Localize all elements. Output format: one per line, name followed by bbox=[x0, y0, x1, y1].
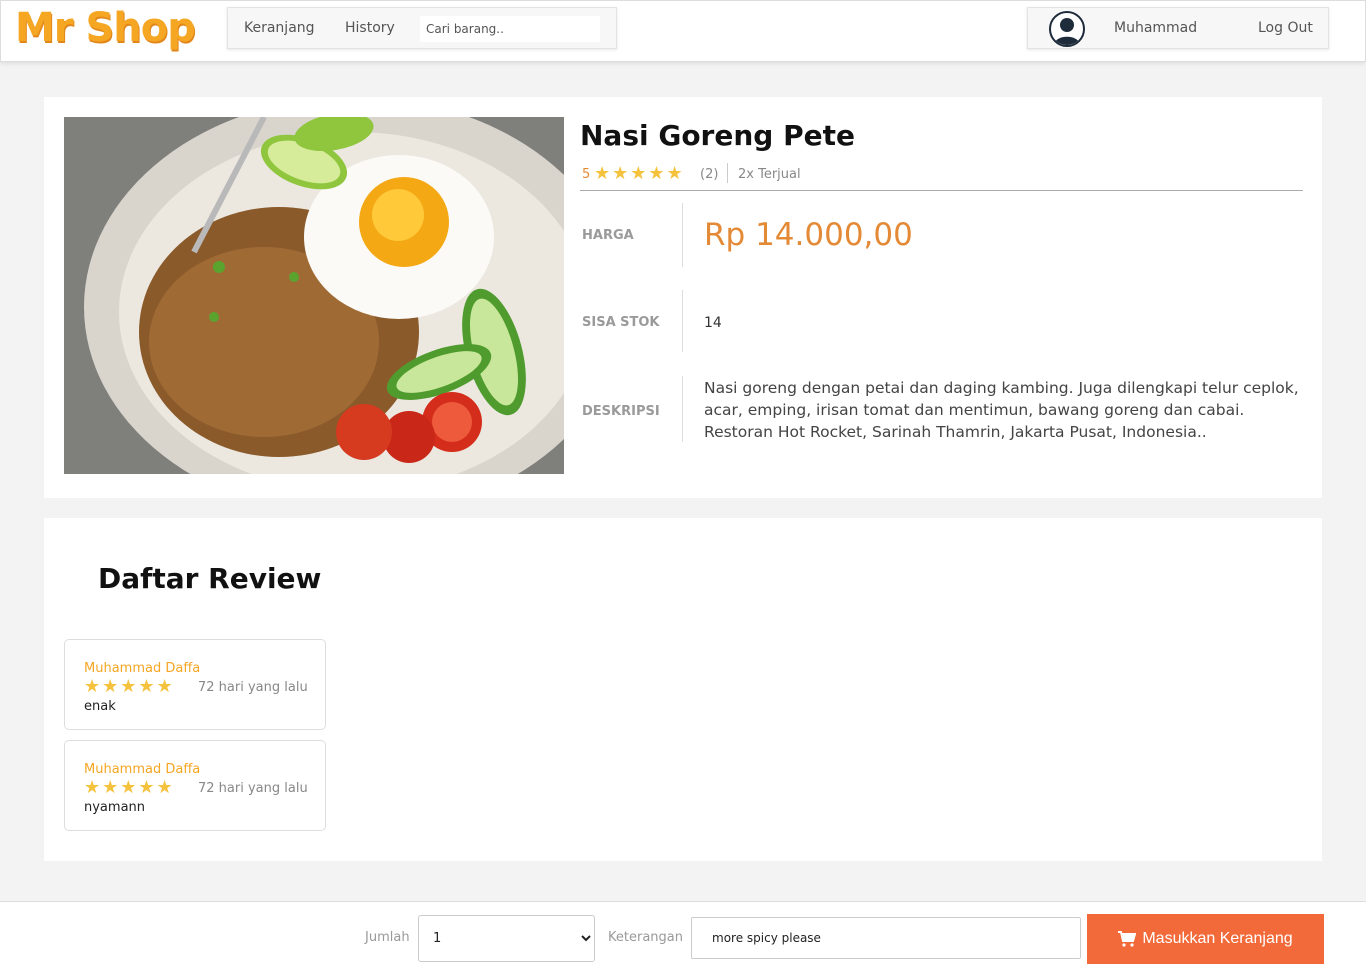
star-rating-icon: ★★★★★ bbox=[84, 676, 175, 697]
review-text: nyamann bbox=[84, 800, 146, 815]
order-bar: Jumlah 1 Keterangan Masukkan Keranjang bbox=[0, 901, 1366, 973]
sold-count: 2x Terjual bbox=[738, 167, 801, 182]
review-count: (2) bbox=[700, 167, 719, 182]
divider bbox=[682, 290, 683, 352]
stock-label: SISA STOK bbox=[582, 315, 660, 330]
product-description: Nasi goreng dengan petai dan daging kamb… bbox=[704, 379, 1299, 441]
divider bbox=[682, 376, 683, 442]
add-to-cart-label: Masukkan Keranjang bbox=[1142, 930, 1293, 947]
review-card: Muhammad Daffa ★★★★★ 72 hari yang lalu e… bbox=[64, 639, 326, 730]
review-time: 72 hari yang lalu bbox=[198, 680, 308, 695]
add-to-cart-button[interactable]: Masukkan Keranjang bbox=[1087, 914, 1324, 964]
product-title: Nasi Goreng Pete bbox=[580, 119, 855, 152]
review-text: enak bbox=[84, 699, 116, 714]
user-menu: Muhammad Log Out bbox=[1027, 7, 1329, 49]
star-rating-icon: ★★★★★ bbox=[84, 777, 175, 798]
search-input[interactable] bbox=[420, 16, 600, 42]
brand-logo[interactable]: Mr Shop bbox=[15, 1, 196, 55]
divider bbox=[682, 203, 683, 267]
star-rating-icon: ★★★★★ bbox=[594, 163, 685, 184]
review-section-title: Daftar Review bbox=[98, 562, 322, 595]
product-detail-card: Nasi Goreng Pete 5 ★★★★★ (2) 2x Terjual … bbox=[44, 97, 1322, 498]
nav-link-history[interactable]: History bbox=[345, 20, 395, 36]
quantity-select[interactable]: 1 bbox=[418, 915, 595, 962]
user-avatar-icon[interactable] bbox=[1049, 11, 1085, 47]
review-section: Daftar Review Muhammad Daffa ★★★★★ 72 ha… bbox=[44, 518, 1322, 861]
review-time: 72 hari yang lalu bbox=[198, 781, 308, 796]
divider bbox=[727, 163, 728, 183]
description-label: DESKRIPSI bbox=[582, 404, 660, 419]
nav-bar: Keranjang History bbox=[227, 7, 617, 49]
top-navbar: Mr Shop Keranjang History Muhammad Log O… bbox=[0, 0, 1366, 62]
rating-value: 5 bbox=[582, 167, 591, 182]
reviewer-name: Muhammad Daffa bbox=[84, 661, 201, 676]
product-image bbox=[64, 117, 564, 474]
note-input[interactable] bbox=[691, 917, 1081, 959]
product-price: Rp 14.000,00 bbox=[704, 217, 913, 253]
review-card: Muhammad Daffa ★★★★★ 72 hari yang lalu n… bbox=[64, 740, 326, 831]
quantity-label: Jumlah bbox=[365, 930, 410, 945]
price-label: HARGA bbox=[582, 228, 634, 243]
cart-icon bbox=[1118, 931, 1137, 947]
user-name[interactable]: Muhammad bbox=[1114, 20, 1197, 36]
product-rating-row: 5 ★★★★★ (2) 2x Terjual bbox=[580, 163, 1303, 191]
stock-value: 14 bbox=[704, 315, 722, 331]
reviewer-name: Muhammad Daffa bbox=[84, 762, 201, 777]
nav-link-cart[interactable]: Keranjang bbox=[244, 20, 315, 36]
logout-link[interactable]: Log Out bbox=[1258, 20, 1313, 36]
note-label: Keterangan bbox=[608, 930, 683, 945]
